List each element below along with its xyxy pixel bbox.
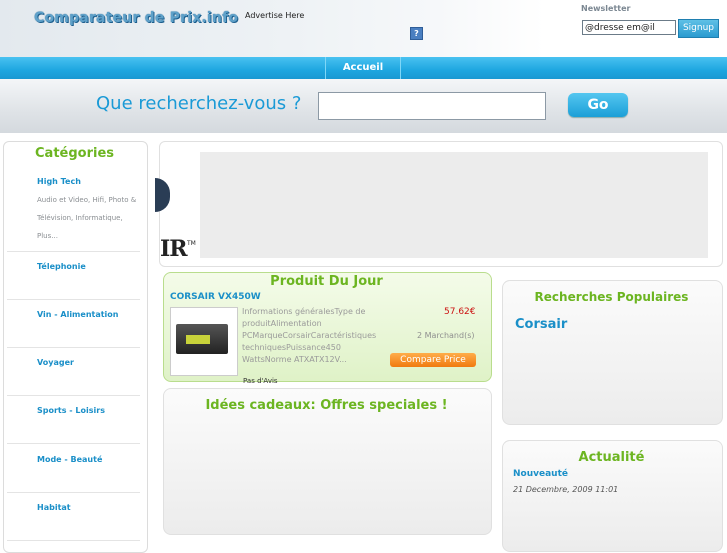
category-sports-loisirs[interactable]: Sports - Loisirs [37,406,105,415]
categories-title: Catégories [35,146,115,161]
newsletter-label: Newsletter [581,4,631,13]
search-go-button[interactable]: Go [568,93,628,117]
news-item-link[interactable]: Nouveauté [513,469,568,479]
category-divider [7,540,140,541]
category-voyager[interactable]: Voyager [37,358,74,367]
category-divider [7,251,140,252]
category-divider [7,299,140,300]
category-high-tech-subcategories[interactable]: Audio et Video, Hifi, Photo & Télévision… [37,191,145,245]
product-name-link[interactable]: CORSAIR VX450W [170,292,261,302]
category-mode-beaute[interactable]: Mode - Beauté [37,455,102,464]
product-price: 57.62€ [444,307,476,317]
category-vin-alimentation[interactable]: Vin - Alimentation [37,310,119,319]
banner-ad-slot[interactable] [200,152,708,258]
trademark-mark: TM [187,240,196,247]
product-merchant-count: 2 Marchand(s) [417,331,475,340]
site-logo[interactable]: Comparateur de Prix.info [34,10,238,26]
product-of-the-day-title: Produit Du Jour [270,274,383,289]
brand-logo-text: IR [160,236,188,262]
compare-price-button[interactable]: Compare Price [390,353,476,367]
newsletter-email-input[interactable] [582,20,676,35]
news-item-date: 21 Decembre, 2009 11:01 [513,485,619,494]
product-description: Informations généralesType de produitAli… [242,307,377,364]
category-divider [7,395,140,396]
signup-button[interactable]: Signup [678,19,719,38]
category-high-tech[interactable]: High Tech [37,177,81,186]
advertise-link[interactable]: Advertise Here [245,11,304,20]
news-title: Actualité [578,450,645,465]
category-divider [7,347,140,348]
category-habitat[interactable]: Habitat [37,503,71,512]
product-reviews-status: Pas d'Avis [243,377,278,385]
gift-ideas-title: Idées cadeaux: Offres speciales ! [205,398,448,413]
nav-item-accueil[interactable]: Accueil [325,57,401,79]
ad-info-icon[interactable]: ? [410,27,423,40]
category-divider [7,443,140,444]
popular-search-link[interactable]: Corsair [515,317,567,332]
search-input[interactable] [318,92,546,120]
popular-searches-title: Recherches Populaires [534,290,689,304]
search-label: Que recherchez-vous ? [96,93,302,114]
power-supply-label [186,335,210,344]
category-divider [7,492,140,493]
category-telephonie[interactable]: Télephonie [37,262,86,271]
